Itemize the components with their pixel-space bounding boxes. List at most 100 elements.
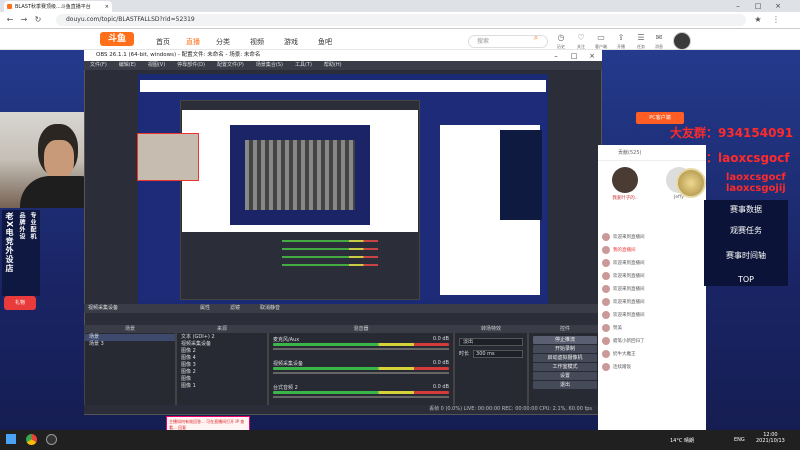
tab-title: BLAST秋季赛顶级...斗鱼直播平台: [15, 4, 91, 10]
studio-mode-button[interactable]: 工作室模式: [533, 363, 597, 371]
follow-icon[interactable]: ♡: [575, 33, 587, 43]
ad-overlay-right: laoxcsgocf laoxcsgojij: [726, 172, 786, 194]
transition-select[interactable]: 淡出: [459, 338, 523, 346]
douyu-favicon-icon: [7, 4, 12, 9]
filters-button[interactable]: 滤镜: [230, 304, 240, 313]
virtual-camera-button[interactable]: 启动虚拟摄像机: [533, 354, 597, 362]
contribution-tab[interactable]: 贡献(525): [598, 145, 706, 161]
chat-avatar: [602, 297, 610, 306]
nav-fishbar[interactable]: 鱼吧: [318, 37, 332, 47]
maximize-icon[interactable]: □: [750, 1, 766, 11]
history-icon[interactable]: ◷: [555, 33, 567, 43]
sponsor-banner: 老X电竞外设店 品牌外设 专业配机: [2, 210, 40, 296]
volume-slider[interactable]: [273, 396, 449, 398]
url-input[interactable]: douyu.com/topic/BLASTFALLSD?rid=52319: [56, 14, 746, 26]
obs-maximize-icon[interactable]: □: [566, 51, 582, 61]
exit-button[interactable]: 退出: [533, 381, 597, 389]
obs-close-icon[interactable]: ×: [584, 51, 600, 61]
controls-header: 控件: [528, 325, 602, 333]
source-item[interactable]: 文本 (GDI+) 2: [177, 334, 267, 341]
back-icon[interactable]: ←: [4, 14, 16, 26]
source-item[interactable]: 图像: [177, 376, 267, 383]
message-icon[interactable]: ✉: [653, 33, 665, 43]
menu-scene-collection[interactable]: 场景集合(S): [256, 61, 283, 70]
menu-file[interactable]: 文件(F): [90, 61, 107, 70]
menu-docks[interactable]: 停靠部件(D): [177, 61, 205, 70]
menu-profile[interactable]: 配置文件(P): [217, 61, 244, 70]
chat-message: 欢迎来到直播间: [598, 257, 706, 270]
sources-header: 来源: [176, 325, 268, 333]
menu-tools[interactable]: 工具(T): [295, 61, 312, 70]
menu-help[interactable]: 帮助(H): [324, 61, 342, 70]
source-item[interactable]: 视频采集设备: [177, 341, 267, 348]
forward-icon[interactable]: →: [18, 14, 30, 26]
source-item[interactable]: 图像 3: [177, 362, 267, 369]
event-data-link[interactable]: 赛事数据: [704, 200, 788, 215]
upload-icon[interactable]: ⇪: [615, 33, 627, 43]
source-item[interactable]: 图像 2: [177, 348, 267, 355]
chat-avatar: [602, 349, 610, 358]
client-icon[interactable]: ▭: [595, 33, 607, 43]
nav-live[interactable]: 直播: [186, 37, 200, 47]
search-icon[interactable]: ⌕: [530, 33, 542, 43]
obs-minimize-icon[interactable]: –: [548, 51, 564, 61]
douyu-logo[interactable]: 斗鱼: [100, 32, 134, 46]
nav-category[interactable]: 分类: [216, 37, 230, 47]
nested-rank-box: [500, 130, 542, 220]
volume-slider[interactable]: [273, 348, 449, 350]
duration-input[interactable]: 300 ms: [473, 350, 523, 358]
stop-streaming-button[interactable]: 停止推流: [533, 336, 597, 344]
chat-avatar: [602, 336, 610, 345]
nested-mixer: [182, 234, 418, 296]
transitions-dock: 淡出 时长 300 ms: [454, 325, 528, 413]
properties-button[interactable]: 属性: [200, 304, 210, 313]
mixer-channel: 麦克风/Aux 0.0 dB: [269, 334, 453, 352]
start-recording-button[interactable]: 开始录制: [533, 345, 597, 353]
close-icon[interactable]: ×: [770, 1, 786, 11]
tab-close-icon[interactable]: ×: [105, 4, 109, 10]
volume-slider[interactable]: [273, 372, 449, 374]
source-item[interactable]: 图像 1: [177, 383, 267, 390]
unmute-button[interactable]: 取消静音: [260, 304, 280, 313]
contributor-card[interactable]: 我爱叶子的..: [612, 167, 638, 231]
task-icon[interactable]: ☰: [635, 33, 647, 43]
timeline-link[interactable]: 赛事时间轴: [704, 250, 788, 261]
selected-source-label: 视频采集设备: [88, 305, 119, 311]
gift-badge[interactable]: 礼物: [4, 296, 36, 310]
extension-icon[interactable]: ★: [752, 14, 764, 26]
channel-db: 0.0 dB: [432, 384, 449, 390]
menu-icon[interactable]: ⋮: [770, 14, 782, 26]
source-item[interactable]: 图像 2: [177, 369, 267, 376]
weather-text[interactable]: 14°C 晴朗: [670, 437, 694, 444]
minimize-icon[interactable]: –: [730, 1, 746, 11]
watch-task-link[interactable]: 观赛任务: [704, 225, 788, 236]
top-link[interactable]: TOP: [704, 275, 788, 284]
channel-name: 麦克风/Aux: [273, 337, 300, 343]
reload-icon[interactable]: ↻: [32, 14, 44, 26]
lang-indicator[interactable]: ENG: [734, 437, 745, 443]
menu-edit[interactable]: 编辑(E): [119, 61, 136, 70]
source-item[interactable]: 图像 4: [177, 355, 267, 362]
obs-source-toolbar: 视频采集设备 属性 滤镜 取消静音: [84, 304, 602, 313]
nav-video[interactable]: 视频: [250, 37, 264, 47]
clock[interactable]: 12:00 2021/10/13: [756, 432, 785, 444]
question-mark-icon[interactable]: [676, 168, 706, 198]
obs-icon[interactable]: [46, 434, 57, 445]
volume-meter: [273, 343, 449, 346]
settings-button[interactable]: 设置: [533, 372, 597, 380]
scene-item[interactable]: 场景: [85, 334, 175, 341]
chat-avatar: [602, 310, 610, 319]
nav-home[interactable]: 首页: [156, 37, 170, 47]
chat-avatar: [602, 323, 610, 332]
scene-item[interactable]: 场景 3: [85, 341, 175, 348]
nav-game[interactable]: 游戏: [284, 37, 298, 47]
chat-avatar: [602, 232, 610, 241]
avatar[interactable]: [673, 32, 691, 50]
chat-avatar: [602, 258, 610, 267]
menu-view[interactable]: 视图(V): [148, 61, 165, 70]
chrome-icon[interactable]: [26, 434, 37, 445]
chat-text: 欢迎来到直播间: [613, 274, 645, 279]
pc-client-button[interactable]: PC客户端: [636, 112, 684, 124]
browser-tab-active[interactable]: BLAST秋季赛顶级...斗鱼直播平台 ×: [4, 1, 112, 12]
windows-start-icon[interactable]: [6, 434, 16, 444]
